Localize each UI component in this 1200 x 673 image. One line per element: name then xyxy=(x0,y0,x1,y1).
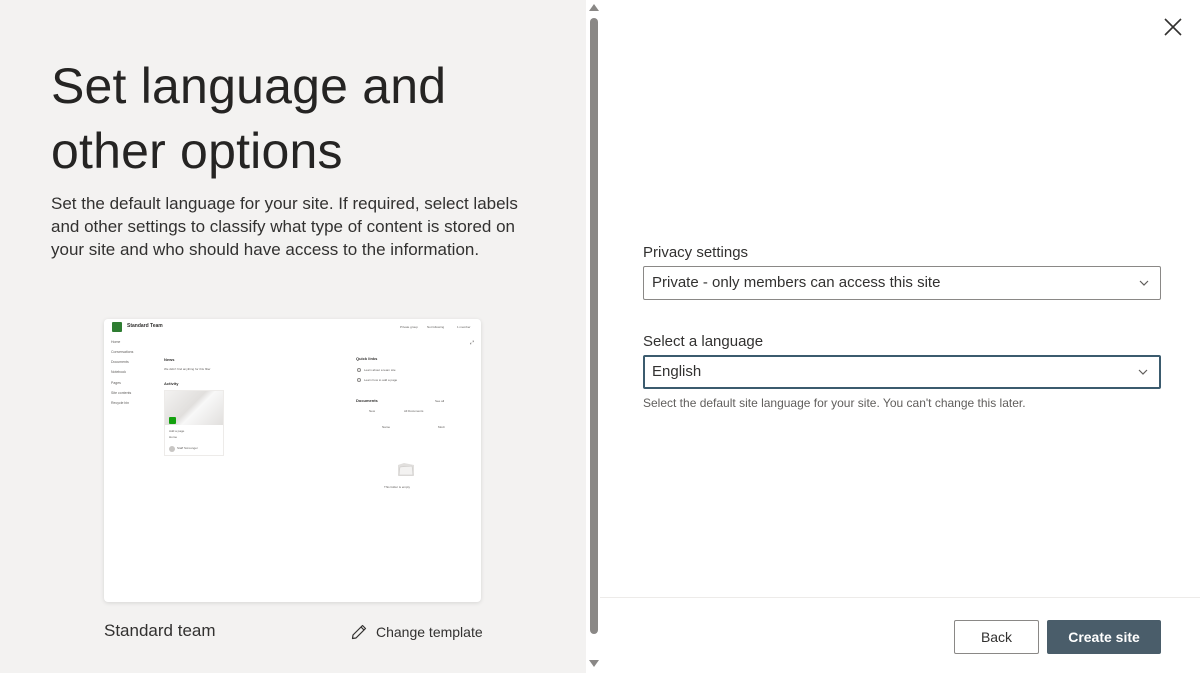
preview-see-all: See all xyxy=(435,399,445,403)
back-button[interactable]: Back xyxy=(954,620,1039,654)
left-panel-scrollbar[interactable] xyxy=(586,0,600,673)
preview-news-text: We didn't find anything for this filter xyxy=(164,367,211,371)
close-icon[interactable] xyxy=(1162,16,1184,38)
preview-link-icon xyxy=(357,378,361,382)
preview-nav-item: Documents xyxy=(111,360,129,364)
preview-quick-link: Learn how to add a page xyxy=(364,378,398,382)
preview-nav-item: Pages xyxy=(111,381,121,385)
language-dropdown[interactable]: English xyxy=(643,355,1161,389)
preview-site-logo xyxy=(112,322,122,332)
preview-nav-item: Recycle bin xyxy=(111,401,130,405)
footer-divider xyxy=(600,597,1200,598)
preview-nav-item: Conversations xyxy=(111,350,134,354)
create-site-button[interactable]: Create site xyxy=(1047,620,1161,654)
template-name: Standard team xyxy=(104,621,216,640)
preview-quick-links-heading: Quick links xyxy=(356,356,378,361)
language-value: English xyxy=(652,363,702,380)
preview-col-modified: Modi xyxy=(438,425,445,429)
empty-folder-icon xyxy=(398,463,414,476)
language-label: Select a language xyxy=(643,333,764,350)
change-template-link[interactable]: Change template xyxy=(350,621,483,643)
preview-news-heading: News xyxy=(164,357,175,362)
scroll-up-arrow-icon[interactable] xyxy=(589,4,599,11)
preview-top-action: 1 member xyxy=(457,325,471,329)
page-description: Set the default language for your site. … xyxy=(51,194,518,259)
preview-col-name: Name xyxy=(382,425,391,429)
preview-doc-icon xyxy=(169,417,176,424)
scroll-thumb[interactable] xyxy=(590,18,598,634)
preview-top-action: Private group xyxy=(400,325,418,329)
scroll-down-arrow-icon[interactable] xyxy=(589,660,599,667)
privacy-settings-dropdown[interactable]: Private - only members can access this s… xyxy=(643,266,1161,300)
preview-view-selector: All Documents xyxy=(404,409,424,413)
preview-avatar xyxy=(169,446,175,452)
preview-expand-icon: ⤢ xyxy=(469,340,474,346)
template-preview: Standard Team Private group Not followin… xyxy=(104,319,481,602)
chevron-down-icon xyxy=(1139,280,1149,286)
preview-documents-heading: Documents xyxy=(356,398,378,403)
privacy-settings-value: Private - only members can access this s… xyxy=(652,274,941,291)
preview-nav-item: Home xyxy=(111,340,121,344)
preview-quick-link: Learn about a team site xyxy=(364,368,396,372)
change-template-label: Change template xyxy=(376,624,483,640)
preview-new-button: New xyxy=(369,409,376,413)
privacy-settings-label: Privacy settings xyxy=(643,244,749,261)
language-help-text: Select the default site language for you… xyxy=(643,396,1026,410)
pencil-icon xyxy=(351,624,367,640)
preview-activity-person: Staff Scrounger xyxy=(177,446,198,450)
preview-nav-item: Site contents xyxy=(111,391,132,395)
preview-activity-card: Add a page Home Staff Scrounger xyxy=(164,390,224,456)
preview-link-icon xyxy=(357,368,361,372)
preview-empty-text: This folder is empty xyxy=(384,485,411,489)
preview-nav-item: Notebook xyxy=(111,370,126,374)
preview-site-name: Standard Team xyxy=(127,323,163,329)
preview-top-action: Not following xyxy=(427,325,445,329)
preview-activity-sub: Home xyxy=(169,435,178,439)
preview-activity-title: Add a page xyxy=(169,429,185,433)
create-site-dialog: Set language and other options Set the d… xyxy=(0,0,1200,673)
preview-activity-heading: Activity xyxy=(164,381,179,386)
chevron-down-icon xyxy=(1138,369,1148,375)
template-info-panel: Set language and other options Set the d… xyxy=(0,0,586,673)
page-title: Set language and other options xyxy=(51,58,447,179)
